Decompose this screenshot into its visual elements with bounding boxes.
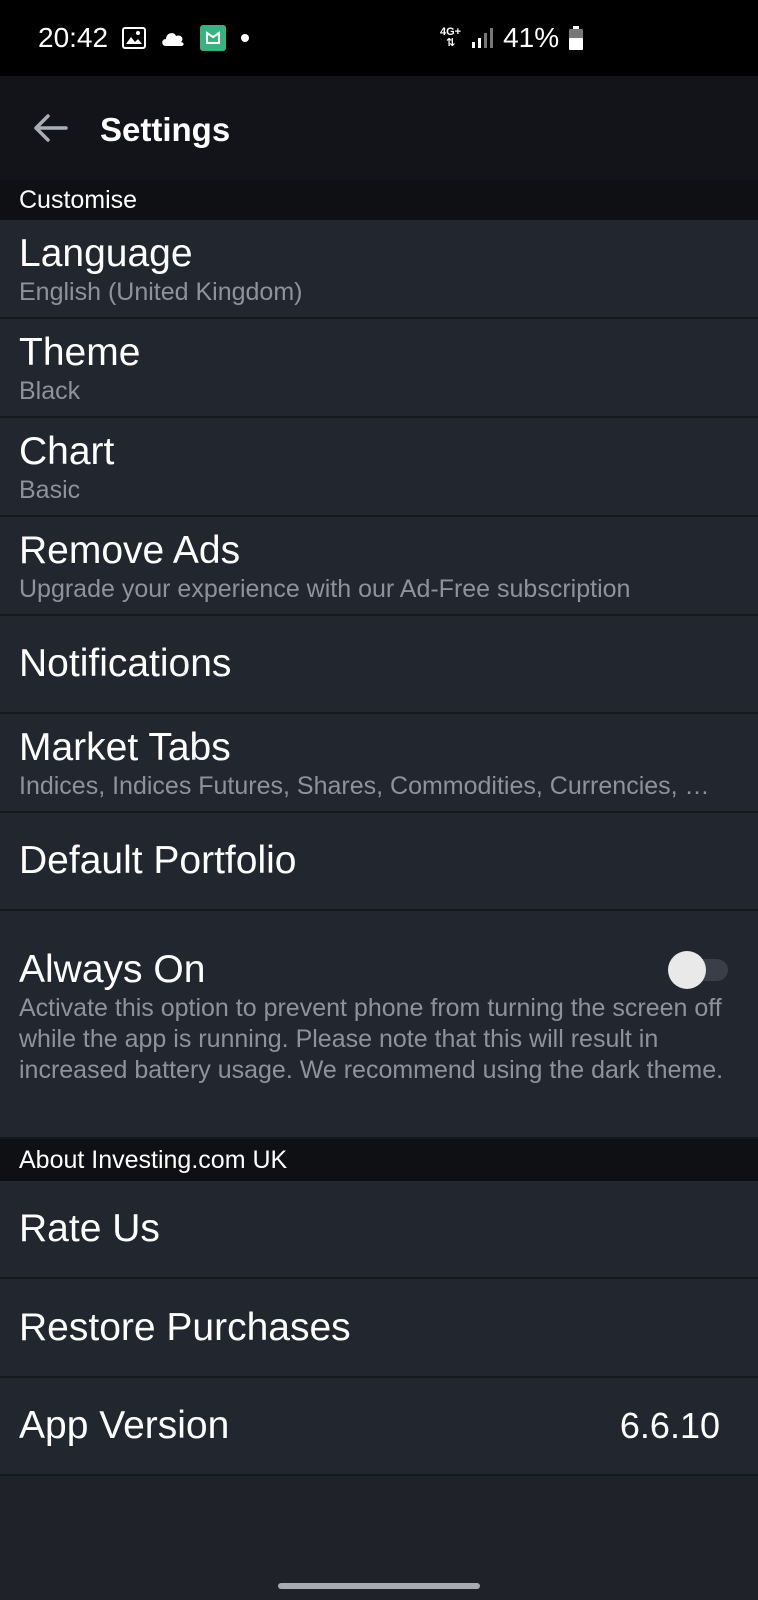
setting-app-version: App Version 6.6.10 [0, 1378, 758, 1476]
battery-icon [569, 26, 584, 50]
setting-title: Language [19, 231, 193, 275]
cloud-icon [160, 29, 186, 47]
setting-chart[interactable]: Chart Basic [0, 418, 758, 517]
setting-rate-us[interactable]: Rate Us [0, 1181, 758, 1279]
setting-title: Always On [19, 948, 206, 991]
network-type-icon: 4G+ ⇅ [440, 27, 461, 49]
setting-title: Theme [19, 330, 141, 374]
setting-description: Activate this option to prevent phone fr… [19, 994, 724, 1084]
page-title: Settings [100, 111, 231, 148]
setting-theme[interactable]: Theme Black [0, 319, 758, 418]
home-gesture-handle[interactable] [278, 1583, 480, 1589]
image-icon [122, 27, 147, 49]
setting-value: English (United Kingdom) [19, 277, 303, 306]
signal-icon [471, 27, 494, 49]
status-bar: 20:42 4G+ ⇅ 41% [0, 0, 758, 76]
setting-value: Basic [19, 475, 81, 504]
dot-icon [240, 33, 250, 43]
battery-percent: 41% [503, 22, 560, 53]
back-button[interactable] [0, 80, 100, 180]
setting-market-tabs[interactable]: Market Tabs Indices, Indices Futures, Sh… [0, 714, 758, 813]
setting-title: App Version [19, 1404, 230, 1447]
status-time: 20:42 [38, 22, 109, 53]
setting-notifications[interactable]: Notifications [0, 616, 758, 714]
setting-always-on[interactable]: Always On Activate this option to preven… [0, 911, 758, 1139]
setting-title: Chart [19, 429, 115, 473]
setting-remove-ads[interactable]: Remove Ads Upgrade your experience with … [0, 517, 758, 616]
setting-language[interactable]: Language English (United Kingdom) [0, 220, 758, 319]
toggle-thumb [668, 951, 706, 989]
back-arrow-icon [32, 113, 68, 148]
setting-title: Remove Ads [19, 528, 241, 572]
setting-title: Rate Us [19, 1207, 160, 1250]
setting-restore-purchases[interactable]: Restore Purchases [0, 1279, 758, 1378]
section-header-about: About Investing.com UK [0, 1139, 758, 1181]
app-notification-icon [200, 25, 227, 51]
app-version-value: 6.6.10 [619, 1405, 720, 1446]
navigation-bar [0, 1570, 758, 1600]
setting-value: Indices, Indices Futures, Shares, Commod… [19, 771, 722, 800]
setting-value: Upgrade your experience with our Ad-Free… [19, 574, 631, 603]
section-header-customise: Customise [0, 180, 758, 220]
app-bar: Settings [0, 76, 758, 184]
data-arrows-icon: ⇅ [445, 37, 456, 49]
setting-value: Black [19, 376, 81, 405]
setting-title: Default Portfolio [19, 839, 297, 882]
setting-title: Restore Purchases [19, 1305, 351, 1349]
always-on-toggle[interactable] [668, 951, 730, 989]
setting-title: Market Tabs [19, 725, 231, 769]
setting-default-portfolio[interactable]: Default Portfolio [0, 813, 758, 911]
setting-title: Notifications [19, 642, 232, 685]
